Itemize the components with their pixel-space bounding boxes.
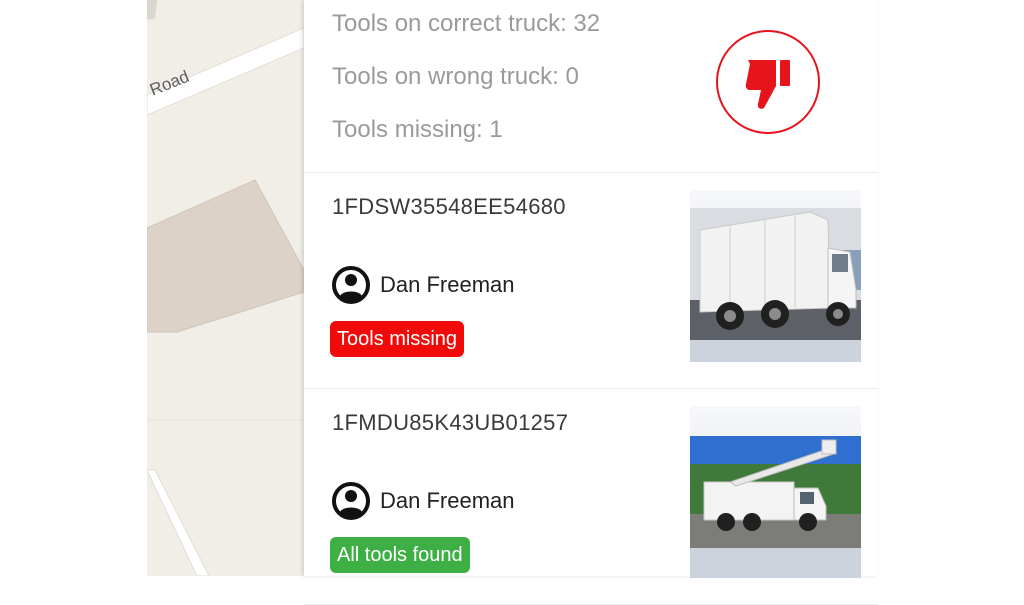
status-badge: All tools found (330, 537, 470, 573)
truck-vin: 1FDSW35548EE54680 (332, 194, 566, 219)
account-circle-icon (332, 482, 370, 520)
account-circle-icon (332, 266, 370, 304)
tools-correct-count: Tools on correct truck: 32 (332, 10, 601, 37)
truck-vin: 1FMDU85K43UB01257 (332, 410, 569, 435)
truck-photo[interactable] (690, 406, 861, 578)
bucket-truck-image (690, 406, 861, 578)
status-indicator (716, 30, 820, 134)
driver-row: Dan Freeman (332, 266, 515, 304)
tool-summary: Tools on correct truck: 32 Tools on wron… (304, 0, 878, 173)
status-badge: Tools missing (330, 321, 465, 357)
truck-photo[interactable] (690, 190, 861, 362)
tools-wrong-count: Tools on wrong truck: 0 (332, 63, 579, 90)
driver-name: Dan Freeman (380, 272, 515, 297)
map-view[interactable]: Road (147, 0, 304, 576)
thumbs-down-icon (745, 60, 790, 109)
driver-name: Dan Freeman (380, 488, 515, 513)
truck-card[interactable]: 1FDSW35548EE54680 Dan Freeman Tools miss… (304, 172, 878, 389)
tools-missing-count: Tools missing: 1 (332, 116, 503, 143)
truck-panel: Tools on correct truck: 32 Tools on wron… (304, 0, 878, 605)
truck-card[interactable]: 1FMDU85K43UB01257 Dan Freeman All tools … (304, 388, 878, 605)
utility-truck-image (690, 190, 861, 362)
driver-row: Dan Freeman (332, 482, 515, 520)
